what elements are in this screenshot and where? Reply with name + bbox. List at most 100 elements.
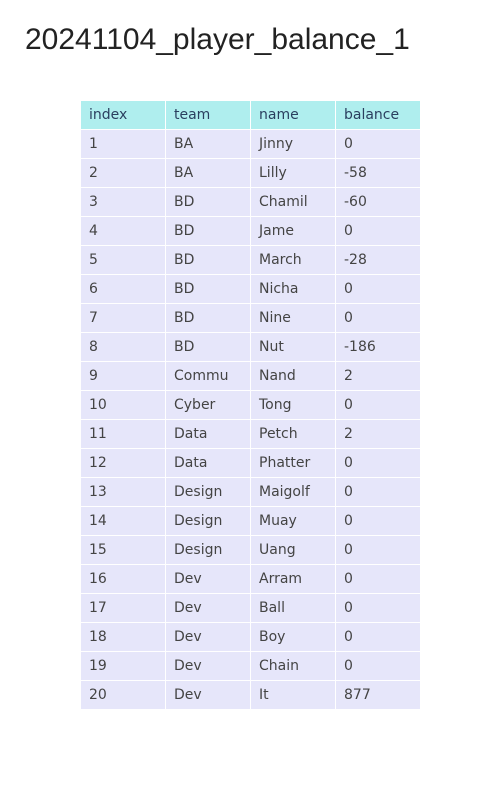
table-cell-team: Data	[165, 448, 251, 478]
table-cell-balance: 0	[335, 622, 420, 652]
table-row: 1 BA Jinny 0	[80, 129, 420, 159]
table-cell-name: Ball	[250, 593, 336, 623]
table-row: 8 BD Nut -186	[80, 332, 420, 362]
table-cell-index: 7	[80, 303, 166, 333]
table-cell-index: 5	[80, 245, 166, 275]
table-row: 2 BA Lilly -58	[80, 158, 420, 188]
table-cell-index: 13	[80, 477, 166, 507]
table-cell-index: 15	[80, 535, 166, 565]
table-cell-index: 11	[80, 419, 166, 449]
table-cell-name: Nand	[250, 361, 336, 391]
table-cell-team: BD	[165, 216, 251, 246]
table-cell-team: Dev	[165, 593, 251, 623]
table-cell-index: 2	[80, 158, 166, 188]
table-cell-index: 9	[80, 361, 166, 391]
table-cell-name: Petch	[250, 419, 336, 449]
table-cell-name: Nine	[250, 303, 336, 333]
table-cell-balance: 0	[335, 274, 420, 304]
table-row: 14 Design Muay 0	[80, 506, 420, 536]
table-cell-team: BD	[165, 187, 251, 217]
data-table: index team name balance 1 BA Jinny 0 2 BA Lilly -5…	[80, 100, 420, 710]
table-cell-name: Chamil	[250, 187, 336, 217]
table-cell-index: 6	[80, 274, 166, 304]
column-header-index: index	[80, 100, 166, 130]
column-header-balance: balance	[335, 100, 420, 130]
table-cell-name: Phatter	[250, 448, 336, 478]
table-cell-name: Tong	[250, 390, 336, 420]
table-cell-index: 17	[80, 593, 166, 623]
table-row: 20 Dev It 877	[80, 680, 420, 710]
table-cell-name: March	[250, 245, 336, 275]
table-cell-index: 3	[80, 187, 166, 217]
table-cell-team: BD	[165, 245, 251, 275]
table-row: 4 BD Jame 0	[80, 216, 420, 246]
chart-title: 20241104_player_balance_1	[25, 23, 410, 56]
table-cell-name: Nut	[250, 332, 336, 362]
table-row: 9 Commu Nand 2	[80, 361, 420, 391]
table-cell-balance: -28	[335, 245, 420, 275]
table-cell-balance: -58	[335, 158, 420, 188]
table-cell-balance: 2	[335, 361, 420, 391]
table-row: 16 Dev Arram 0	[80, 564, 420, 594]
table-cell-balance: 0	[335, 535, 420, 565]
table-row: 11 Data Petch 2	[80, 419, 420, 449]
table-cell-name: Jame	[250, 216, 336, 246]
table-row: 18 Dev Boy 0	[80, 622, 420, 652]
table-cell-balance: 877	[335, 680, 420, 710]
table-cell-name: Lilly	[250, 158, 336, 188]
table-cell-index: 20	[80, 680, 166, 710]
table-cell-balance: 0	[335, 448, 420, 478]
table-cell-index: 18	[80, 622, 166, 652]
table-cell-balance: 0	[335, 390, 420, 420]
table-cell-team: BD	[165, 274, 251, 304]
table-cell-index: 16	[80, 564, 166, 594]
table-cell-name: Boy	[250, 622, 336, 652]
table-row: 12 Data Phatter 0	[80, 448, 420, 478]
table-cell-balance: 0	[335, 506, 420, 536]
table-cell-team: Cyber	[165, 390, 251, 420]
table-cell-index: 8	[80, 332, 166, 362]
table-row: 19 Dev Chain 0	[80, 651, 420, 681]
table-cell-index: 12	[80, 448, 166, 478]
table-cell-name: Chain	[250, 651, 336, 681]
table-body: 1 BA Jinny 0 2 BA Lilly -58 3 BD Chamil -60 4 BD Jame 0…	[80, 129, 420, 710]
table-container: index team name balance 1 BA Jinny 0 2 BA Lilly -5…	[80, 100, 420, 720]
table-cell-team: BD	[165, 303, 251, 333]
table-row: 6 BD Nicha 0	[80, 274, 420, 304]
table-cell-balance: -60	[335, 187, 420, 217]
table-cell-name: Nicha	[250, 274, 336, 304]
table-cell-balance: 0	[335, 593, 420, 623]
table-cell-index: 19	[80, 651, 166, 681]
table-cell-team: Data	[165, 419, 251, 449]
table-cell-team: BA	[165, 158, 251, 188]
table-cell-name: Muay	[250, 506, 336, 536]
table-cell-team: BD	[165, 332, 251, 362]
table-row: 17 Dev Ball 0	[80, 593, 420, 623]
table-cell-team: Design	[165, 535, 251, 565]
table-cell-name: Uang	[250, 535, 336, 565]
table-row: 15 Design Uang 0	[80, 535, 420, 565]
table-cell-team: Design	[165, 477, 251, 507]
table-row: 13 Design Maigolf 0	[80, 477, 420, 507]
table-cell-team: Dev	[165, 651, 251, 681]
table-cell-team: Commu	[165, 361, 251, 391]
table-cell-index: 1	[80, 129, 166, 159]
table-row: 3 BD Chamil -60	[80, 187, 420, 217]
table-header-row: index team name balance	[80, 100, 420, 130]
table-row: 5 BD March -28	[80, 245, 420, 275]
table-cell-index: 4	[80, 216, 166, 246]
table-cell-name: Maigolf	[250, 477, 336, 507]
column-header-team: team	[165, 100, 251, 130]
table-cell-index: 10	[80, 390, 166, 420]
table-cell-balance: 0	[335, 129, 420, 159]
table-cell-balance: -186	[335, 332, 420, 362]
table-cell-index: 14	[80, 506, 166, 536]
table-cell-team: Dev	[165, 564, 251, 594]
column-header-name: name	[250, 100, 336, 130]
table-cell-balance: 0	[335, 564, 420, 594]
table-cell-team: Dev	[165, 680, 251, 710]
table-cell-name: Arram	[250, 564, 336, 594]
table-cell-team: BA	[165, 129, 251, 159]
table-cell-balance: 0	[335, 651, 420, 681]
table-cell-balance: 0	[335, 216, 420, 246]
